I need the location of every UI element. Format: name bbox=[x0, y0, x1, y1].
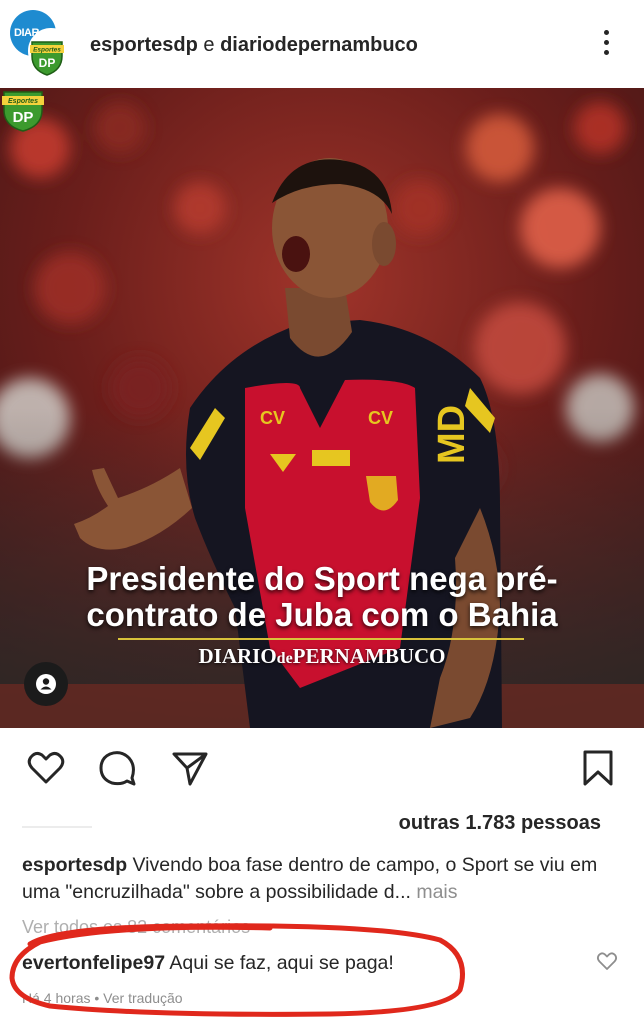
post-header: DIAR Esportes DP esportesdp e diariodepe… bbox=[0, 0, 644, 88]
view-all-comments-link[interactable]: Ver todos os 82 comentários bbox=[22, 917, 250, 938]
likes-count[interactable]: outras 1.783 pessoas bbox=[399, 812, 601, 835]
brand-wordmark: DIARIOdePERNAMBUCO bbox=[198, 644, 446, 668]
send-icon bbox=[172, 752, 208, 786]
svg-text:Esportes: Esportes bbox=[8, 98, 38, 105]
post-actions bbox=[0, 728, 644, 808]
account-name-2[interactable]: diariodepernambuco bbox=[220, 34, 418, 56]
caption-more-link[interactable]: mais bbox=[411, 881, 457, 903]
headline-divider bbox=[118, 638, 524, 640]
comment-button[interactable] bbox=[98, 748, 138, 788]
like-button[interactable] bbox=[26, 748, 66, 788]
post-caption: esportesdp Vivendo boa fase dentro de ca… bbox=[22, 852, 622, 906]
headline-line-2: contrato de Juba com o Bahia bbox=[86, 596, 558, 633]
comment-text: Aqui se faz, aqui se paga! bbox=[165, 952, 394, 974]
jersey-sponsor-text: MD bbox=[431, 405, 473, 464]
avatar[interactable]: DIAR Esportes DP bbox=[10, 10, 74, 76]
caption-username[interactable]: esportesdp bbox=[22, 854, 127, 876]
jersey-logo-right: CV bbox=[368, 408, 393, 428]
heart-icon bbox=[27, 751, 65, 784]
comment-like-heart-icon[interactable] bbox=[596, 950, 618, 972]
comment-row: evertonfelipe97 Aqui se faz, aqui se pag… bbox=[22, 952, 394, 975]
comment-icon bbox=[99, 751, 136, 786]
svg-text:Esportes: Esportes bbox=[33, 47, 61, 54]
headline-line-1: Presidente do Sport nega pré- bbox=[86, 560, 558, 597]
account-joiner: e bbox=[197, 34, 221, 56]
user-icon bbox=[36, 674, 56, 694]
translate-link[interactable]: Ver tradução bbox=[103, 990, 182, 1006]
esportes-dp-logo-icon: Esportes DP bbox=[30, 41, 64, 76]
jersey-logo-left: CV bbox=[260, 408, 285, 428]
tagged-users-button[interactable] bbox=[24, 662, 68, 706]
svg-text:DP: DP bbox=[13, 109, 34, 126]
svg-text:DP: DP bbox=[39, 56, 56, 70]
post-image[interactable]: CV CV MD Presidente do Sport nega pré- c… bbox=[0, 88, 644, 728]
likes-faded-text bbox=[22, 826, 92, 828]
comment-meta: Há 4 horas • Ver tradução bbox=[22, 990, 183, 1006]
account-name-1[interactable]: esportesdp bbox=[90, 34, 198, 56]
more-options-icon[interactable] bbox=[596, 30, 616, 58]
esportes-dp-badge-icon: Esportes DP bbox=[2, 91, 44, 132]
bookmark-icon bbox=[583, 750, 613, 786]
comment-age: Há 4 horas bbox=[22, 990, 91, 1006]
share-button[interactable] bbox=[170, 748, 210, 788]
save-button[interactable] bbox=[578, 748, 618, 788]
comment-meta-separator: • bbox=[90, 990, 104, 1006]
comment-username[interactable]: evertonfelipe97 bbox=[22, 952, 165, 974]
header-title[interactable]: esportesdp e diariodepernambuco bbox=[90, 34, 418, 57]
jersey-sponsor-badge bbox=[312, 450, 350, 466]
